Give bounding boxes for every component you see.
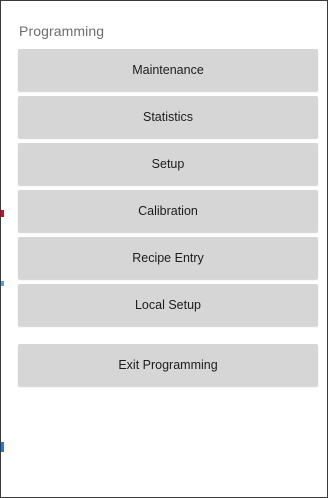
exit-programming-button[interactable]: Exit Programming bbox=[18, 344, 318, 386]
statistics-button-label: Statistics bbox=[142, 110, 193, 124]
exit-programming-button-label: Exit Programming bbox=[118, 358, 218, 372]
edge-marker-red bbox=[1, 210, 4, 217]
setup-button[interactable]: Setup bbox=[18, 143, 318, 185]
statistics-button[interactable]: Statistics bbox=[18, 96, 318, 138]
recipe-entry-button[interactable]: Recipe Entry bbox=[18, 237, 318, 279]
calibration-button-label: Calibration bbox=[138, 204, 198, 218]
local-setup-button-label: Local Setup bbox=[134, 298, 202, 312]
local-setup-button[interactable]: Local Setup bbox=[18, 284, 318, 326]
page-title: Programming bbox=[19, 23, 105, 39]
calibration-button[interactable]: Calibration bbox=[18, 190, 318, 232]
edge-marker-blue bbox=[1, 281, 4, 286]
maintenance-button-label: Maintenance bbox=[132, 63, 204, 77]
edge-marker-blue-lower bbox=[1, 442, 4, 452]
setup-button-label: Setup bbox=[151, 157, 185, 171]
programming-screen: Programming Maintenance Statistics Setup… bbox=[0, 0, 328, 498]
recipe-entry-button-label: Recipe Entry bbox=[132, 251, 204, 265]
maintenance-button[interactable]: Maintenance bbox=[18, 49, 318, 91]
